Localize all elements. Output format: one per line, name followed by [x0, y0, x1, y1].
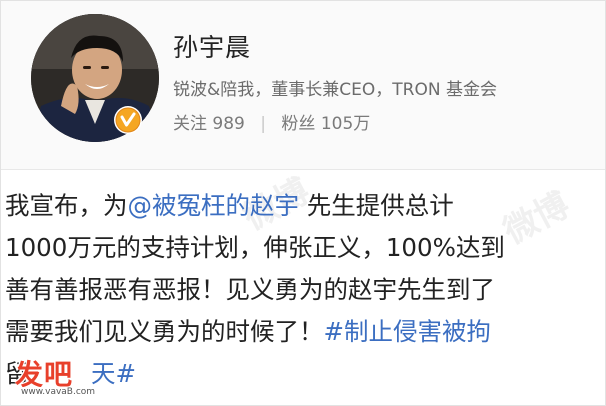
following-label: 关注 [173, 114, 207, 134]
profile-bio: 锐波&陪我，董事长兼CEO，TRON 基金会 [173, 80, 497, 100]
header-divider [1, 169, 605, 170]
post-line: 善有善报恶有恶报！见义勇为的赵宇先生到了 [5, 275, 495, 304]
post-text: 我宣布，为 [5, 191, 128, 220]
followers-count: 105万 [320, 114, 371, 134]
following-count: 989 [212, 114, 245, 134]
profile-header: 孙宇晨 锐波&陪我，董事长兼CEO，TRON 基金会 关注 989 | 粉丝 1… [1, 1, 605, 169]
stats-separator: | [260, 114, 266, 134]
verified-badge-icon [113, 105, 143, 135]
followers-label: 粉丝 [281, 114, 316, 134]
logo-url: www.vavaB.com [19, 387, 98, 397]
following-stat[interactable]: 关注 989 [173, 109, 245, 134]
post-line: 1000万元的支持计划，伸张正义，100%达到 [5, 233, 505, 262]
site-watermark-logo: 发吧 www.vavaB.com [3, 353, 107, 405]
post-text: 需要我们见义勇为的时候了！ [5, 317, 324, 346]
profile-name[interactable]: 孙宇晨 [173, 28, 251, 64]
post-line: 需要我们见义勇为的时候了！#制止侵害被拘 [5, 311, 605, 353]
post-text: 先生提供总计 [299, 191, 454, 220]
post-line: 我宣布，为@被冤枉的赵宇 先生提供总计 [5, 185, 605, 227]
followers-stat[interactable]: 粉丝 105万 [281, 109, 370, 134]
weibo-post-card: 孙宇晨 锐波&陪我，董事长兼CEO，TRON 基金会 关注 989 | 粉丝 1… [0, 0, 606, 406]
profile-stats: 关注 989 | 粉丝 105万 [173, 109, 370, 134]
hashtag-link[interactable]: #制止侵害被拘 [324, 317, 492, 346]
mention-link[interactable]: @被冤枉的赵宇 [128, 191, 300, 220]
